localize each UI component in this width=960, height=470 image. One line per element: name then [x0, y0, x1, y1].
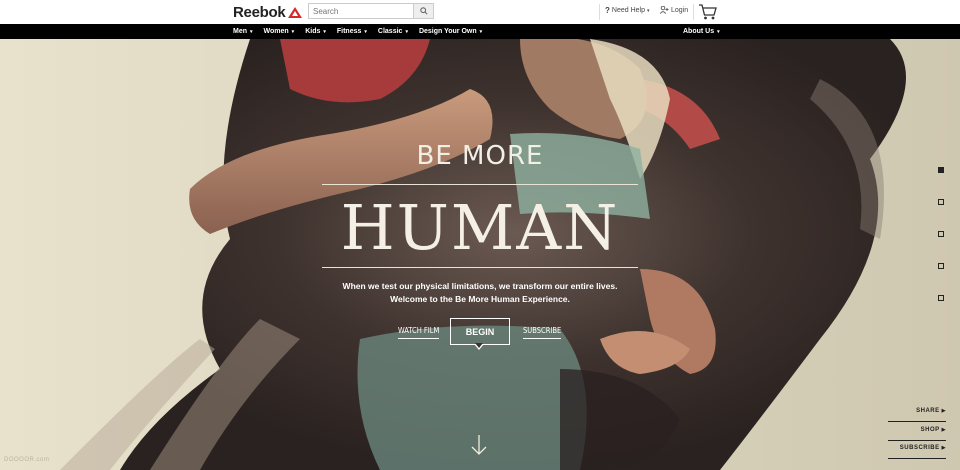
search-input[interactable] [309, 4, 413, 18]
begin-button[interactable]: BEGIN [450, 318, 510, 345]
triangle-right-icon: ▶ [941, 427, 946, 433]
nav-item-fitness[interactable]: Fitness ▾ [337, 28, 367, 35]
search-button[interactable] [413, 4, 433, 18]
subscribe-link[interactable]: SUBSCRIBE [523, 326, 562, 339]
question-icon: ? [605, 6, 610, 15]
chevron-down-icon: ▾ [323, 28, 326, 35]
search-box [308, 3, 434, 19]
shop-label: SHOP [920, 427, 940, 433]
nav-item-classic[interactable]: Classic ▾ [378, 28, 408, 35]
nav-item-design-your-own[interactable]: Design Your Own ▾ [419, 28, 482, 35]
hero-rule-bottom [322, 267, 638, 268]
begin-pointer-fill [475, 343, 483, 348]
shop-link[interactable]: SHOP ▶ [888, 427, 946, 441]
help-menu[interactable]: ? Need Help ▾ [605, 6, 649, 15]
hero-tagline-line-1: When we test our physical limitations, w… [342, 281, 618, 291]
share-label: SHARE [916, 408, 940, 414]
nav-label: Men [233, 28, 247, 35]
watch-film-link[interactable]: WATCH FILM [398, 326, 440, 339]
chevron-down-icon: ▾ [717, 28, 720, 35]
top-header: Reebok ? Need Help ▾ Login [0, 0, 960, 24]
login-label: Login [671, 6, 689, 14]
main-nav: Men ▾ Women ▾ Kids ▾ Fitness ▾ Classic ▾ Desi… [0, 24, 960, 39]
side-subscribe-label: SUBSCRIBE [899, 445, 940, 451]
pager-dot-1[interactable] [938, 167, 944, 173]
chevron-down-icon: ▾ [405, 28, 408, 35]
chevron-down-icon: ▾ [250, 28, 253, 35]
triangle-right-icon: ▶ [941, 445, 946, 451]
side-subscribe-link[interactable]: SUBSCRIBE ▶ [888, 445, 946, 459]
hero-kicker: BE MORE [416, 141, 544, 171]
top-header-inner: Reebok ? Need Help ▾ Login [228, 0, 726, 24]
hero-tagline-line-2: Welcome to the Be More Human Experience. [390, 294, 570, 304]
hero-cta-row: WATCH FILM BEGIN SUBSCRIBE [322, 318, 638, 350]
main-nav-items: Men ▾ Women ▾ Kids ▾ Fitness ▾ Classic ▾ Desi… [233, 24, 482, 39]
header-divider [693, 4, 694, 20]
nav-item-men[interactable]: Men ▾ [233, 28, 253, 35]
pager-dot-5[interactable] [938, 295, 944, 301]
hero-headline: HUMAN [340, 191, 620, 264]
chevron-down-icon: ▾ [479, 28, 483, 35]
chevron-down-icon: ▾ [364, 28, 367, 35]
nav-item-women[interactable]: Women ▾ [264, 28, 295, 35]
cart-button[interactable] [698, 3, 718, 21]
pager-dot-4[interactable] [938, 263, 944, 269]
share-link[interactable]: SHARE ▶ [888, 408, 946, 422]
nav-label: Kids [305, 28, 321, 35]
brand-name: Reebok [233, 4, 286, 21]
chevron-down-icon: ▾ [646, 7, 650, 14]
brand-logo[interactable]: Reebok [233, 4, 303, 21]
nav-label: Fitness [336, 28, 362, 35]
hero-rule-top [322, 184, 638, 185]
pager-dot-3[interactable] [938, 231, 944, 237]
nav-label: About Us [683, 28, 715, 35]
reebok-delta-icon [288, 7, 303, 18]
hero-tagline: When we test our physical limitations, w… [322, 280, 638, 306]
pager-dot-2[interactable] [938, 199, 944, 205]
user-add-icon [660, 6, 669, 14]
watermark: DOOOOR.com [4, 457, 50, 463]
header-divider [599, 4, 600, 20]
search-icon [419, 7, 428, 15]
nav-label: Design Your Own [418, 28, 477, 35]
login-link[interactable]: Login [660, 6, 688, 14]
help-label: Need Help [611, 7, 645, 14]
hero-section: BE MORE HUMAN When we test our physical … [0, 39, 960, 470]
nav-item-about-us[interactable]: About Us ▾ [683, 24, 720, 39]
triangle-right-icon: ▶ [941, 408, 946, 414]
nav-label: Women [263, 28, 289, 35]
nav-label: Classic [377, 28, 403, 35]
cart-icon [699, 4, 717, 20]
scroll-down-icon[interactable] [470, 434, 488, 456]
chevron-down-icon: ▾ [291, 28, 295, 35]
nav-item-kids[interactable]: Kids ▾ [305, 28, 326, 35]
